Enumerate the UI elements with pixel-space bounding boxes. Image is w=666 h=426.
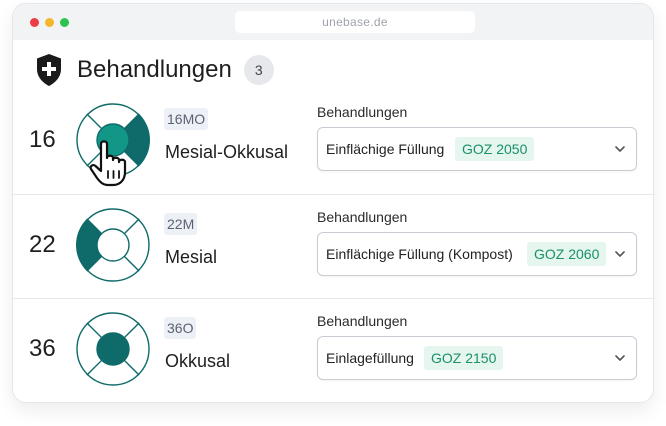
tooth-surface-diagram[interactable] [76, 208, 150, 282]
tooth-surface-diagram[interactable] [76, 312, 150, 386]
treatment-row: 36 36O Okkusal Behandlungen Einlagefüllu… [13, 298, 653, 402]
tooth-code-badge: 16MO [164, 108, 209, 130]
goz-code-tag: GOZ 2050 [455, 137, 535, 161]
chevron-down-icon [615, 251, 625, 257]
page-title: Behandlungen [77, 56, 232, 83]
maximize-dot[interactable] [60, 18, 69, 27]
minimize-dot[interactable] [45, 18, 54, 27]
treatment-field-label: Behandlungen [317, 209, 408, 225]
treatment-select-value: Einflächige Füllung [326, 141, 445, 157]
treatment-field-label: Behandlungen [317, 104, 408, 120]
hand-pointer-cursor-icon [89, 140, 127, 187]
shield-plus-icon [37, 54, 61, 86]
treatment-field-label: Behandlungen [317, 313, 408, 329]
treatment-select-value: Einlagefüllung [326, 350, 414, 366]
treatment-select[interactable]: Einflächige Füllung GOZ 2050 [317, 127, 637, 171]
tooth-code-badge: 22M [164, 213, 198, 235]
surface-name: Mesial [165, 247, 218, 267]
chevron-down-icon [615, 146, 625, 152]
count-badge: 3 [243, 55, 274, 85]
chevron-down-icon [615, 355, 625, 361]
treatment-select-value: Einflächige Füllung (Kompost) [326, 246, 513, 262]
tooth-code-badge: 36O [164, 317, 197, 339]
treatment-select[interactable]: Einlagefüllung GOZ 2150 [317, 336, 637, 380]
tooth-number: 16 [29, 126, 56, 153]
goz-code-tag: GOZ 2150 [424, 346, 504, 370]
surface-name: Mesial-Okkusal [165, 142, 289, 162]
treatment-row: 22 22M Mesial Behandlungen Einflächige F… [13, 194, 653, 298]
section-header: Behandlungen 3 [35, 52, 274, 88]
address-bar[interactable]: unebase.de [235, 11, 475, 33]
goz-code-tag: GOZ 2060 [527, 242, 607, 266]
treatment-select[interactable]: Einflächige Füllung (Kompost) GOZ 2060 [317, 232, 637, 276]
surface-name: Okkusal [165, 351, 231, 371]
browser-window: unebase.de Behandlungen 3 16 16MO Mesial… [12, 3, 654, 403]
tooth-number: 36 [29, 335, 56, 362]
browser-titlebar: unebase.de [13, 4, 653, 40]
tooth-number: 22 [29, 231, 56, 258]
close-dot[interactable] [30, 18, 39, 27]
